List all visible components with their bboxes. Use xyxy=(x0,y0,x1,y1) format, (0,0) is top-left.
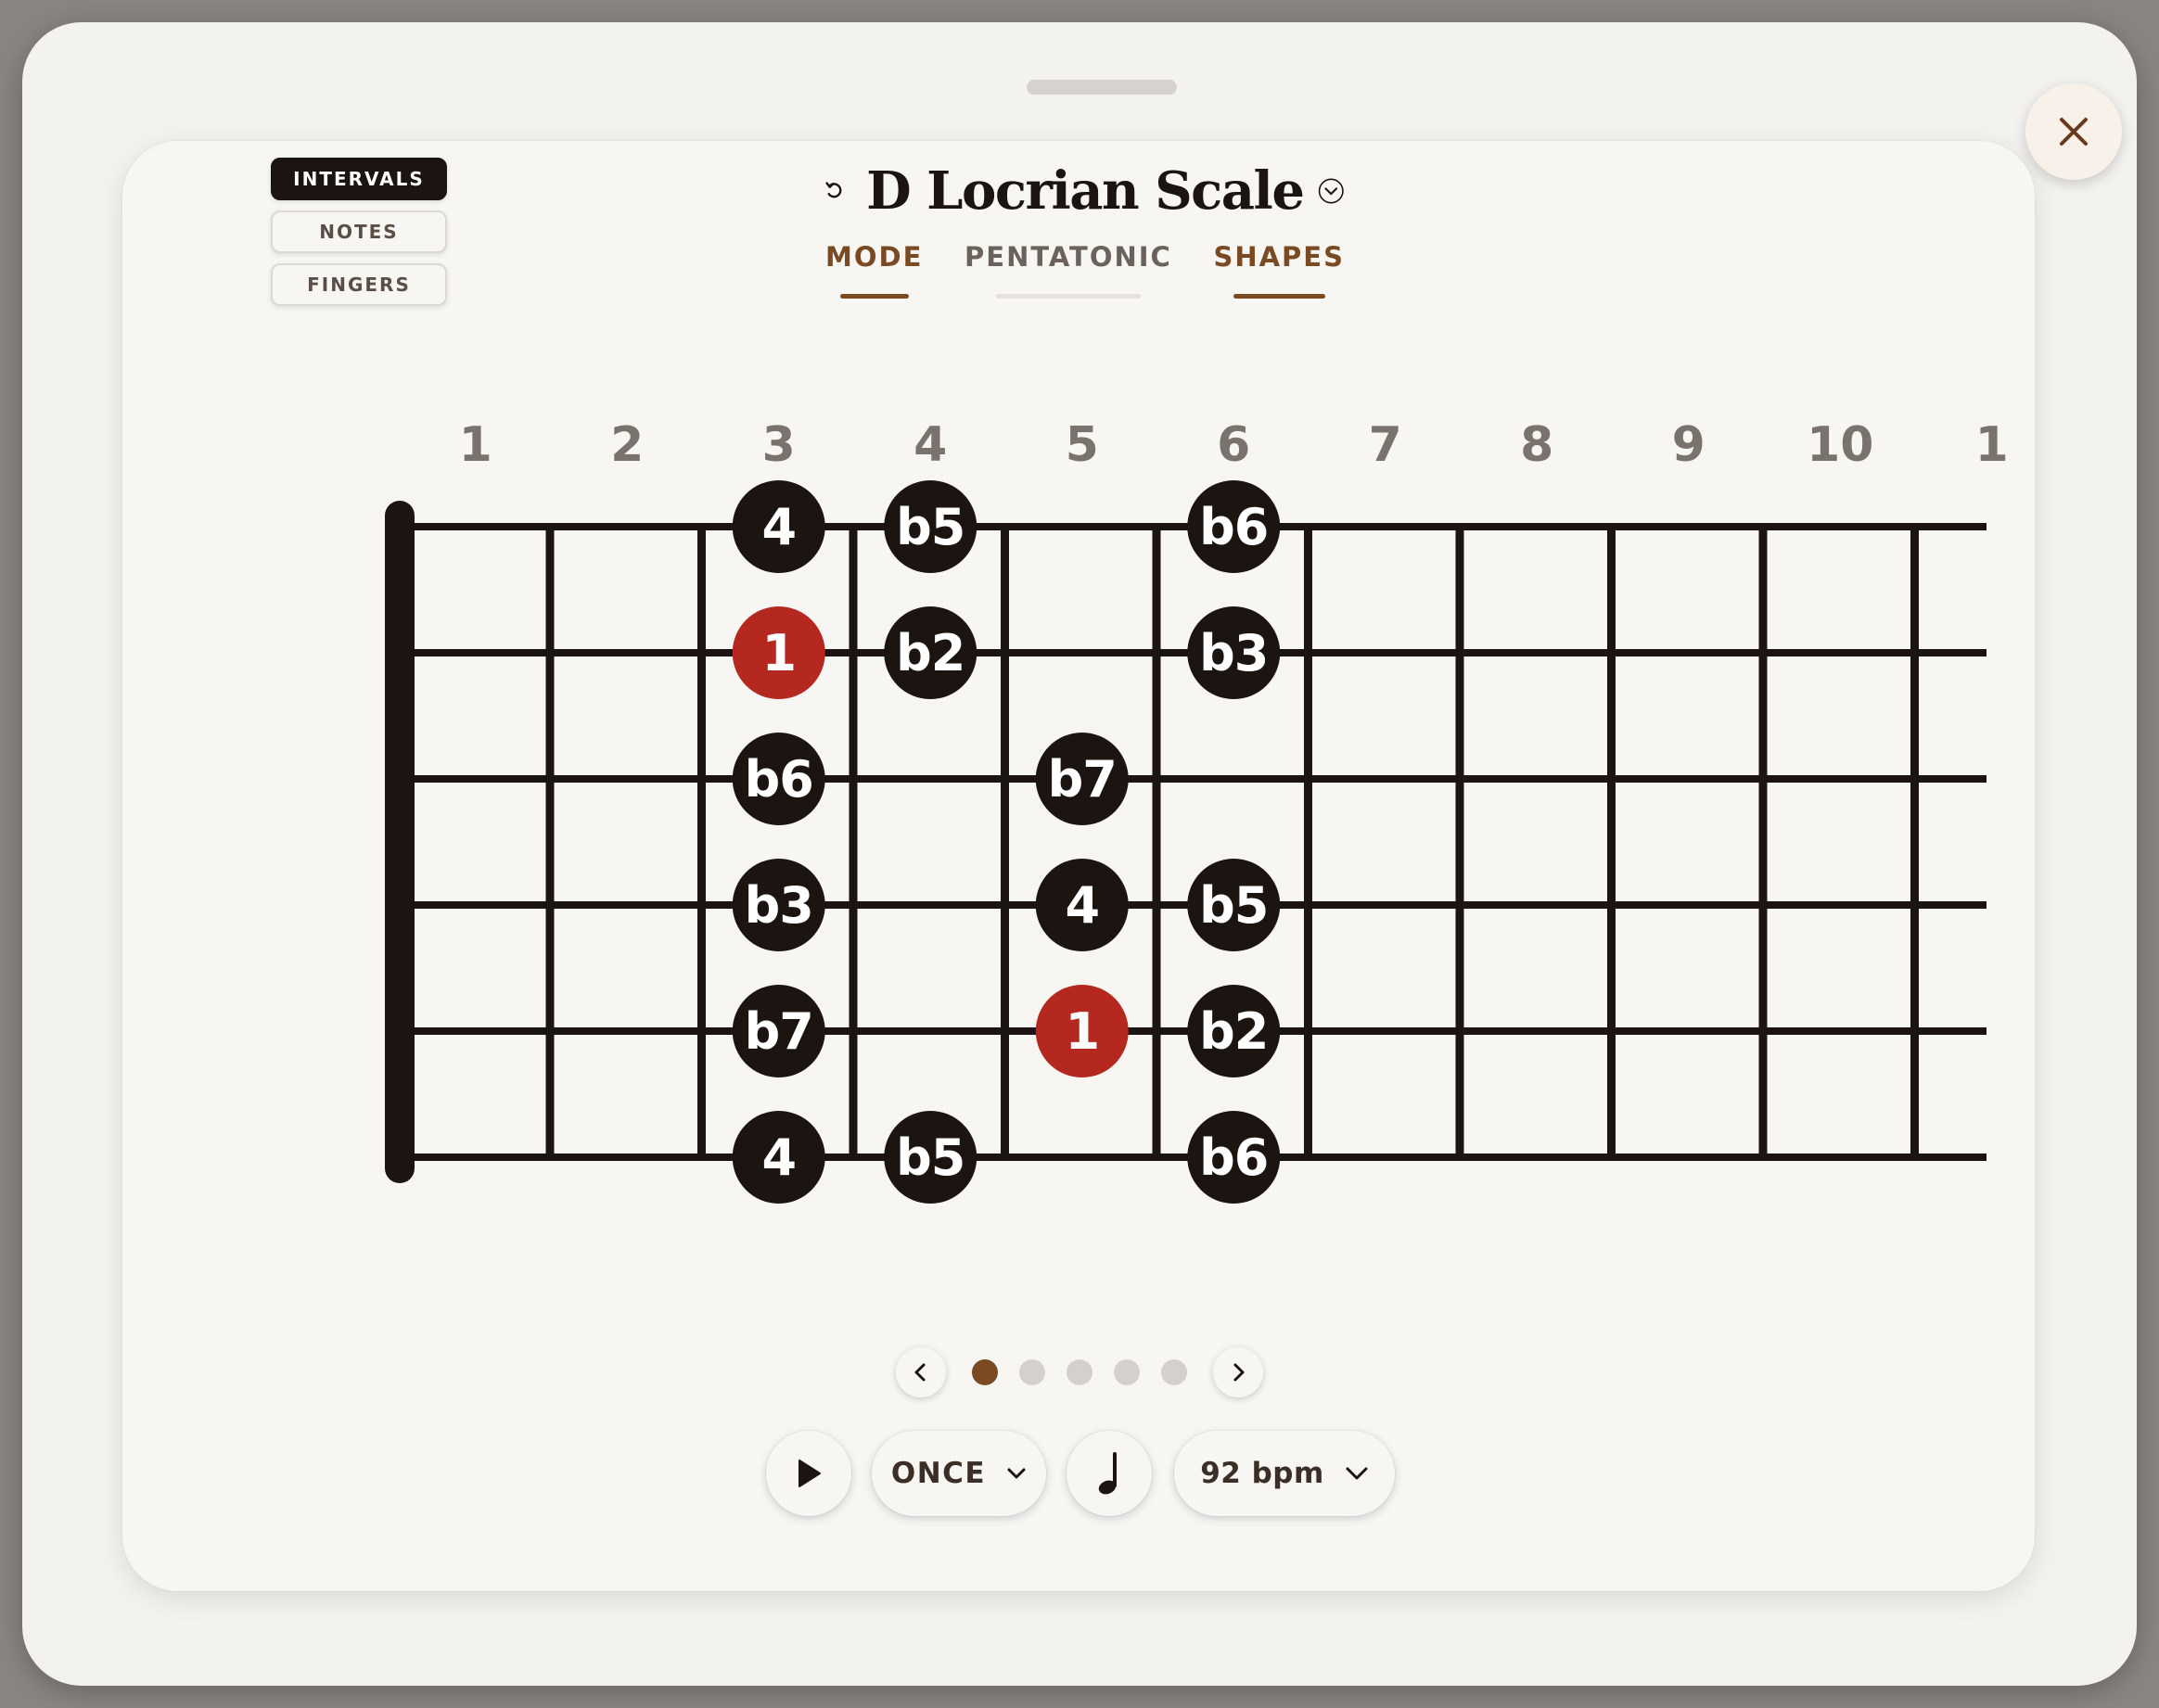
previous-shape-button[interactable] xyxy=(896,1347,946,1397)
marker-label: b5 xyxy=(896,1128,965,1187)
tempo-value: 92 bpm xyxy=(1200,1457,1324,1490)
interval-marker[interactable]: b6 xyxy=(1187,1111,1281,1204)
interval-marker[interactable]: b3 xyxy=(1187,606,1281,699)
chevron-down-icon xyxy=(1007,1468,1026,1479)
page-dots xyxy=(972,1359,1187,1385)
chevron-right-icon xyxy=(1233,1363,1245,1382)
marker-label: 4 xyxy=(761,498,796,556)
fret-number: 5 xyxy=(1066,417,1099,473)
marker-label: b3 xyxy=(1199,624,1268,682)
root-note-marker[interactable]: 1 xyxy=(732,606,825,699)
marker-label: b7 xyxy=(745,1002,813,1061)
marker-label: b6 xyxy=(1199,1128,1268,1187)
marker-label: b3 xyxy=(745,876,813,935)
interval-marker[interactable]: b3 xyxy=(732,859,825,951)
interval-marker[interactable]: 4 xyxy=(732,1111,825,1204)
page-dot-3[interactable] xyxy=(1067,1359,1092,1385)
interval-marker[interactable]: b5 xyxy=(884,480,977,573)
fret-number: 1 xyxy=(1975,417,2009,473)
play-icon xyxy=(798,1459,821,1487)
fret-number: 2 xyxy=(610,417,644,473)
fret-number: 9 xyxy=(1672,417,1705,473)
marker-label: b6 xyxy=(1199,498,1268,556)
next-shape-button[interactable] xyxy=(1213,1347,1263,1397)
repeat-mode-value: ONCE xyxy=(890,1457,987,1490)
fret-number: 7 xyxy=(1369,417,1402,473)
marker-label: b5 xyxy=(1199,876,1268,935)
interval-marker[interactable]: 4 xyxy=(1035,859,1129,951)
shape-pager xyxy=(896,1346,1263,1398)
fret-number: 10 xyxy=(1807,417,1873,473)
interval-marker[interactable]: b5 xyxy=(1187,859,1281,951)
interval-marker[interactable]: b6 xyxy=(732,733,825,825)
page-dot-5[interactable] xyxy=(1161,1359,1187,1385)
marker-label: 1 xyxy=(1065,1002,1099,1061)
interval-marker[interactable]: b5 xyxy=(884,1111,977,1204)
interval-marker[interactable]: b6 xyxy=(1187,480,1281,573)
marker-label: b5 xyxy=(896,498,965,556)
interval-marker[interactable]: b2 xyxy=(1187,985,1281,1077)
marker-label: b2 xyxy=(1199,1002,1268,1061)
marker-label: b2 xyxy=(896,624,965,682)
interval-marker[interactable]: 4 xyxy=(732,480,825,573)
interval-marker[interactable]: b2 xyxy=(884,606,977,699)
fret-number: 3 xyxy=(762,417,796,473)
fret-number: 1 xyxy=(459,417,492,473)
fret-number: 6 xyxy=(1217,417,1250,473)
interval-marker[interactable]: b7 xyxy=(1035,733,1129,825)
marker-label: 1 xyxy=(761,624,796,682)
interval-marker[interactable]: b7 xyxy=(732,985,825,1077)
page-dot-4[interactable] xyxy=(1114,1359,1140,1385)
chevron-left-icon xyxy=(914,1363,926,1382)
marker-label: b6 xyxy=(745,750,813,809)
repeat-mode-select[interactable]: ONCE xyxy=(872,1431,1046,1516)
play-button[interactable] xyxy=(766,1431,851,1516)
fret-number: 4 xyxy=(913,417,947,473)
metronome-button[interactable] xyxy=(1067,1431,1152,1516)
fret-number: 8 xyxy=(1520,417,1553,473)
quarter-note-icon xyxy=(1098,1452,1117,1495)
marker-label: 4 xyxy=(761,1128,796,1187)
chevron-down-icon xyxy=(1346,1467,1368,1480)
marker-label: b7 xyxy=(1048,750,1117,809)
page-dot-2[interactable] xyxy=(1019,1359,1045,1385)
page-dot-1[interactable] xyxy=(972,1359,998,1385)
marker-label: 4 xyxy=(1065,876,1099,935)
playback-controls: ONCE 92 bpm xyxy=(0,1431,2159,1516)
root-note-marker[interactable]: 1 xyxy=(1035,985,1129,1077)
tempo-select[interactable]: 92 bpm xyxy=(1174,1431,1395,1516)
